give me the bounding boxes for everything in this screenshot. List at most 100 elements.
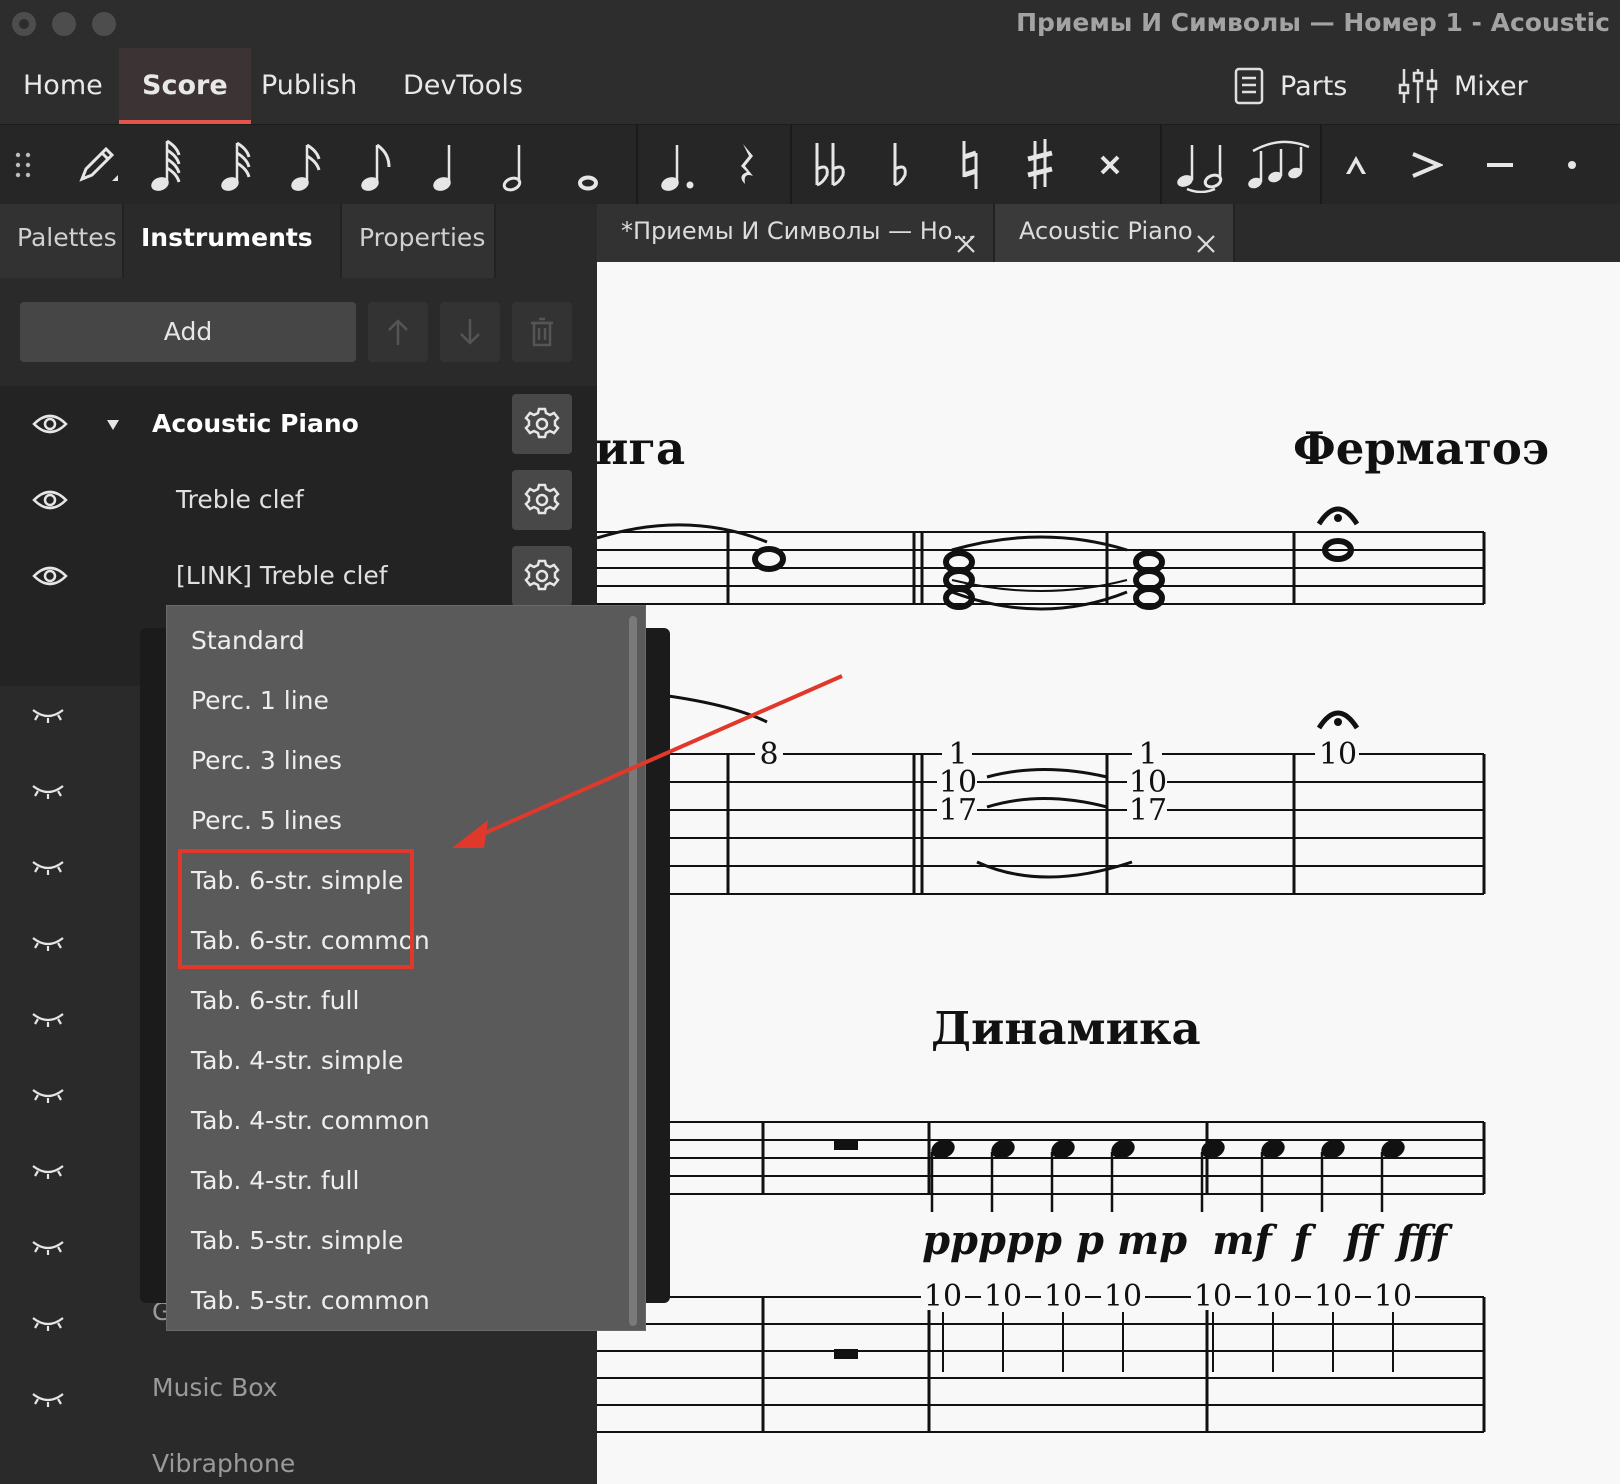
eighth-note-icon[interactable] bbox=[348, 125, 408, 205]
note-input-toolbar bbox=[0, 124, 1620, 205]
drag-handle-icon[interactable] bbox=[8, 125, 40, 205]
instrument-settings-button[interactable] bbox=[512, 394, 572, 454]
accent-icon[interactable] bbox=[1396, 125, 1456, 205]
window-close-button[interactable] bbox=[12, 12, 36, 36]
dynamic-marking: ff bbox=[1342, 1217, 1384, 1264]
instrument-name: Acoustic Piano bbox=[152, 409, 359, 438]
hidden-eye-icon[interactable] bbox=[30, 856, 70, 880]
instrument-name: Music Box bbox=[152, 1373, 278, 1402]
half-note-icon[interactable] bbox=[488, 125, 548, 205]
slur-icon[interactable] bbox=[1240, 125, 1320, 205]
hidden-eye-icon[interactable] bbox=[30, 1388, 70, 1412]
dynamic-marking: fff bbox=[1394, 1217, 1453, 1264]
menu-tab-home[interactable]: Home bbox=[0, 48, 126, 124]
tab-instruments-label: Instruments bbox=[141, 223, 313, 252]
annotation-highlight-box bbox=[178, 849, 414, 969]
hidden-eye-icon[interactable] bbox=[30, 1084, 70, 1108]
tab-fret-number: 10 bbox=[924, 1279, 962, 1314]
move-up-button[interactable] bbox=[368, 302, 428, 362]
32nd-note-icon[interactable] bbox=[208, 125, 268, 205]
staff-row[interactable]: [LINK] Treble clef bbox=[0, 538, 597, 614]
double-flat-icon[interactable] bbox=[798, 125, 864, 205]
64th-note-icon[interactable] bbox=[138, 125, 198, 205]
tab-properties[interactable]: Properties bbox=[342, 204, 496, 278]
hidden-eye-icon[interactable] bbox=[30, 1236, 70, 1260]
tab-fret-number: 10 bbox=[1044, 1279, 1082, 1314]
add-instrument-button[interactable]: Add bbox=[20, 302, 356, 362]
hidden-eye-icon[interactable] bbox=[30, 780, 70, 804]
window-minimize-button[interactable] bbox=[52, 12, 76, 36]
dropdown-option[interactable]: Tab. 4-str. full bbox=[167, 1151, 627, 1211]
parts-label: Parts bbox=[1280, 70, 1348, 102]
dynamic-marking: ppppp bbox=[922, 1217, 1062, 1264]
marcato-icon[interactable] bbox=[1326, 125, 1386, 205]
staccato-icon[interactable] bbox=[1542, 125, 1602, 205]
dropdown-option[interactable]: Tab. 5-str. simple bbox=[167, 1211, 627, 1271]
rest-icon[interactable] bbox=[718, 125, 778, 205]
document-tab-part[interactable]: Acoustic Piano bbox=[995, 204, 1235, 262]
parts-icon bbox=[1234, 67, 1264, 105]
16th-note-icon[interactable] bbox=[278, 125, 338, 205]
document-tab-score[interactable]: *Приемы И Символы — Но... bbox=[597, 204, 995, 262]
note-input-pencil-icon[interactable] bbox=[64, 125, 128, 205]
hidden-eye-icon[interactable] bbox=[30, 1312, 70, 1336]
whole-note-icon[interactable] bbox=[558, 125, 618, 205]
sharp-icon[interactable] bbox=[1010, 125, 1070, 205]
augmentation-dot-icon[interactable] bbox=[648, 125, 708, 205]
menu-tab-devtools[interactable]: DevTools bbox=[380, 48, 546, 124]
quarter-note-icon[interactable] bbox=[418, 125, 478, 205]
tie-icon[interactable] bbox=[1168, 125, 1238, 205]
hidden-eye-icon[interactable] bbox=[30, 704, 70, 728]
tenuto-icon[interactable] bbox=[1470, 125, 1530, 205]
window-zoom-button[interactable] bbox=[92, 12, 116, 36]
dropdown-option[interactable]: Tab. 4-str. common bbox=[167, 1091, 627, 1151]
dropdown-option[interactable]: Perc. 1 line bbox=[167, 671, 627, 731]
instrument-name: Vibraphone bbox=[152, 1449, 296, 1478]
dropdown-option[interactable]: Tab. 6-str. full bbox=[167, 971, 627, 1031]
menu-tab-publish[interactable]: Publish bbox=[238, 48, 380, 124]
staff-row[interactable]: Treble clef bbox=[0, 462, 597, 538]
dropdown-scrollbar[interactable] bbox=[629, 616, 637, 1326]
trash-icon bbox=[531, 317, 553, 347]
mixer-button[interactable]: Mixer bbox=[1398, 48, 1528, 124]
tab-fret-number: 17 bbox=[939, 793, 977, 828]
staff-settings-button[interactable] bbox=[512, 470, 572, 530]
hidden-eye-icon[interactable] bbox=[30, 1008, 70, 1032]
visibility-eye-icon[interactable] bbox=[30, 558, 70, 594]
tab-instruments[interactable]: Instruments ··· bbox=[124, 204, 342, 320]
arrow-down-icon bbox=[460, 319, 480, 345]
score-canvas[interactable]: ига Ферматоэ Динамика 8 1 10 17 1 10 17 … bbox=[597, 262, 1620, 1484]
dropdown-option[interactable]: Standard bbox=[167, 611, 627, 671]
move-down-button[interactable] bbox=[440, 302, 500, 362]
arrow-up-icon bbox=[388, 319, 408, 345]
visibility-eye-icon[interactable] bbox=[30, 482, 70, 518]
title-bar: Приемы И Символы — Номер 1 - Acoustic bbox=[0, 0, 1620, 48]
gear-icon bbox=[524, 559, 560, 591]
double-sharp-icon[interactable] bbox=[1080, 125, 1140, 205]
hidden-eye-icon[interactable] bbox=[30, 1160, 70, 1184]
dropdown-option[interactable]: Tab. 5-str. common bbox=[167, 1271, 627, 1331]
dynamic-marking: mf bbox=[1212, 1217, 1277, 1264]
dropdown-option[interactable]: Perc. 3 lines bbox=[167, 731, 627, 791]
tab-fret-number: 10 bbox=[1374, 1279, 1412, 1314]
tab-palettes[interactable]: Palettes bbox=[0, 204, 124, 278]
visibility-eye-icon[interactable] bbox=[30, 406, 70, 442]
instrument-row[interactable]: Acoustic Piano bbox=[0, 386, 597, 462]
expand-chevron-icon[interactable] bbox=[106, 416, 120, 435]
delete-button[interactable] bbox=[512, 302, 572, 362]
parts-button[interactable]: Parts bbox=[1234, 48, 1347, 124]
natural-icon[interactable] bbox=[940, 125, 1000, 205]
tab-fret-number: 10 bbox=[1194, 1279, 1232, 1314]
staff-name: Treble clef bbox=[176, 485, 304, 514]
tab-fret-number: 17 bbox=[1129, 793, 1167, 828]
dropdown-option[interactable]: Perc. 5 lines bbox=[167, 791, 627, 851]
tab-fret-number: 10 bbox=[1314, 1279, 1352, 1314]
tab-fret-number: 8 bbox=[759, 737, 778, 772]
menu-tab-score[interactable]: Score bbox=[119, 48, 251, 124]
hidden-eye-icon[interactable] bbox=[30, 932, 70, 956]
dropdown-option[interactable]: Tab. 4-str. simple bbox=[167, 1031, 627, 1091]
flat-icon[interactable] bbox=[870, 125, 930, 205]
gear-icon bbox=[524, 483, 560, 515]
staff-settings-button[interactable] bbox=[512, 546, 572, 606]
mixer-label: Mixer bbox=[1454, 70, 1528, 102]
